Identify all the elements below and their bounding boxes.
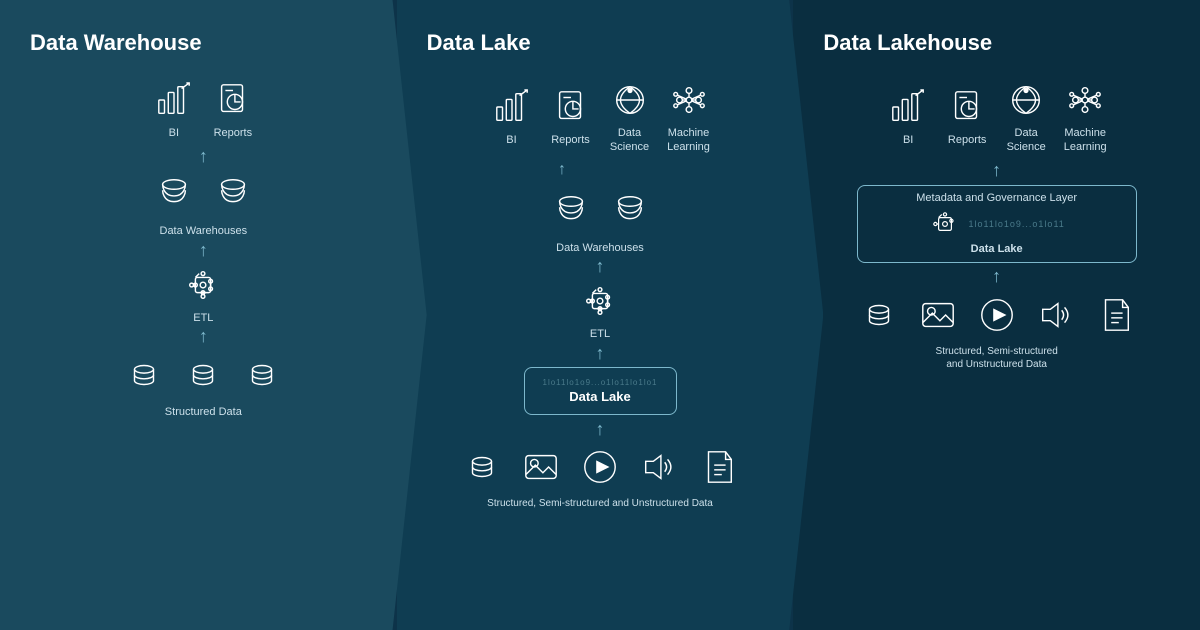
- lake-etl-label: ETL: [590, 327, 610, 341]
- data-warehouses-label: Data Warehouses: [160, 224, 248, 238]
- database-icon-1: [152, 172, 196, 216]
- lake-diagram: BI Reports DataScience MachineLearning: [417, 74, 784, 510]
- lake-datascience-label: DataScience: [610, 126, 649, 155]
- lake-db-2: [608, 189, 652, 233]
- lake-warehouses-label: Data Warehouses: [556, 241, 644, 255]
- warehouse-structured-group: Structured Data: [122, 349, 284, 419]
- lh-audio-icon: [1034, 293, 1078, 337]
- lake-datalake-box: 1lo11lo1o9...o1lo11lo1lo1 Data Lake: [524, 367, 677, 415]
- lh-unstructured-label: Structured, Semi-structuredand Unstructu…: [936, 345, 1058, 371]
- lake-unstructured-group: Structured, Semi-structured and Unstruct…: [460, 441, 740, 510]
- metadata-governance-box: Metadata and Governance Layer 1lo11lo1o9…: [857, 185, 1137, 263]
- lake-arrow-up-2: ↑: [596, 341, 605, 365]
- unstructured-video-icon: [578, 445, 622, 489]
- bi-label: BI: [169, 126, 179, 140]
- structured-db-2: [181, 353, 225, 397]
- lakehouse-ml-label: MachineLearning: [1064, 126, 1107, 155]
- lake-datascience-group: DataScience: [608, 78, 652, 155]
- lake-ml-icon: [667, 78, 711, 122]
- lakehouse-reports-label: Reports: [948, 133, 987, 147]
- warehouse-bi-icon-group: BI: [152, 78, 196, 140]
- bi-icon: [152, 78, 196, 122]
- lakehouse-diagram: BI Reports DataScience MachineLearning: [813, 74, 1180, 371]
- warehouse-databases-icons: [152, 172, 255, 216]
- lake-title: Data Lake: [427, 30, 531, 56]
- lake-etl-icon: [578, 279, 622, 323]
- lake-bi-group: BI: [490, 85, 534, 147]
- etl-icon: [181, 263, 225, 307]
- lakehouse-ml-group: MachineLearning: [1063, 78, 1107, 155]
- warehouse-diagram: BI Reports ↑ Data Warehouses: [20, 74, 387, 419]
- warehouse-top-icons: BI Reports: [152, 78, 255, 140]
- database-icon-2: [211, 172, 255, 216]
- unstructured-doc-icon: [696, 445, 740, 489]
- arrow-up-1: ↑: [199, 144, 208, 168]
- structured-db-1: [122, 353, 166, 397]
- lake-etl-group: ETL: [578, 279, 622, 341]
- lake-warehouses-group: Data Warehouses: [549, 185, 652, 255]
- reports-icon: [211, 78, 255, 122]
- binary-text: 1lo11lo1o9...o1lo11lo1lo1: [543, 378, 658, 387]
- lake-bi-label: BI: [506, 133, 516, 147]
- datalake-inside-label: Data Lake: [971, 242, 1023, 256]
- lake-arrow-up-3: ↑: [596, 417, 605, 441]
- panel-lake: Data Lake BI Reports DataScience: [397, 0, 824, 630]
- lakehouse-arrow-2: ↑: [992, 265, 1001, 289]
- warehouse-reports-icon-group: Reports: [211, 78, 255, 140]
- lakehouse-unstructured-group: Structured, Semi-structuredand Unstructu…: [857, 289, 1137, 371]
- etl-label: ETL: [193, 311, 213, 325]
- lake-unstructured-label: Structured, Semi-structured and Unstruct…: [487, 497, 713, 510]
- lakehouse-ds-label: DataScience: [1007, 126, 1046, 155]
- lh-video-icon: [975, 293, 1019, 337]
- metadata-etl-icon: [929, 208, 961, 240]
- structured-data-label: Structured Data: [165, 405, 242, 419]
- lakehouse-ml-icon: [1063, 78, 1107, 122]
- lake-ml-label: MachineLearning: [667, 126, 710, 155]
- datalake-label: Data Lake: [569, 389, 630, 406]
- lakehouse-title: Data Lakehouse: [823, 30, 992, 56]
- arrow-up-2: ↑: [199, 239, 208, 263]
- lake-db-1: [549, 189, 593, 233]
- lakehouse-reports-group: Reports: [945, 85, 989, 147]
- lakehouse-ds-icon: [1004, 78, 1048, 122]
- reports-label: Reports: [214, 126, 253, 140]
- panel-lakehouse: Data Lakehouse BI Reports DataScience: [793, 0, 1200, 630]
- lakehouse-reports-icon: [945, 85, 989, 129]
- lh-doc-icon: [1093, 293, 1137, 337]
- lake-reports-icon: [549, 85, 593, 129]
- panel-warehouse: Data Warehouse BI Reports ↑: [0, 0, 427, 630]
- lakehouse-top-icons: BI Reports DataScience MachineLearning: [886, 78, 1107, 155]
- unstructured-db-icon: [460, 445, 504, 489]
- lake-reports-group: Reports: [549, 85, 593, 147]
- warehouse-title: Data Warehouse: [30, 30, 202, 56]
- warehouse-etl-group: ETL: [181, 263, 225, 325]
- unstructured-img-icon: [519, 445, 563, 489]
- structured-db-3: [240, 353, 284, 397]
- metadata-title: Metadata and Governance Layer: [916, 192, 1077, 204]
- arrow-up-3: ↑: [199, 325, 208, 349]
- warehouse-databases-group: Data Warehouses: [152, 168, 255, 238]
- lakehouse-bi-icon: [886, 85, 930, 129]
- unstructured-audio-icon: [637, 445, 681, 489]
- lake-datascience-icon: [608, 78, 652, 122]
- lake-bi-icon: [490, 85, 534, 129]
- lakehouse-ds-group: DataScience: [1004, 78, 1048, 155]
- lake-reports-label: Reports: [551, 133, 590, 147]
- structured-icons: [122, 353, 284, 397]
- lake-ml-group: MachineLearning: [667, 78, 711, 155]
- lh-img-icon: [916, 293, 960, 337]
- lakehouse-bi-group: BI: [886, 85, 930, 147]
- lake-top-icons: BI Reports DataScience MachineLearning: [490, 78, 711, 155]
- lh-db-icon: [857, 293, 901, 337]
- lake-arrow-up-1: ↑: [596, 255, 605, 279]
- lakehouse-bi-label: BI: [903, 133, 913, 147]
- lakehouse-arrow-1: ↑: [992, 159, 1001, 183]
